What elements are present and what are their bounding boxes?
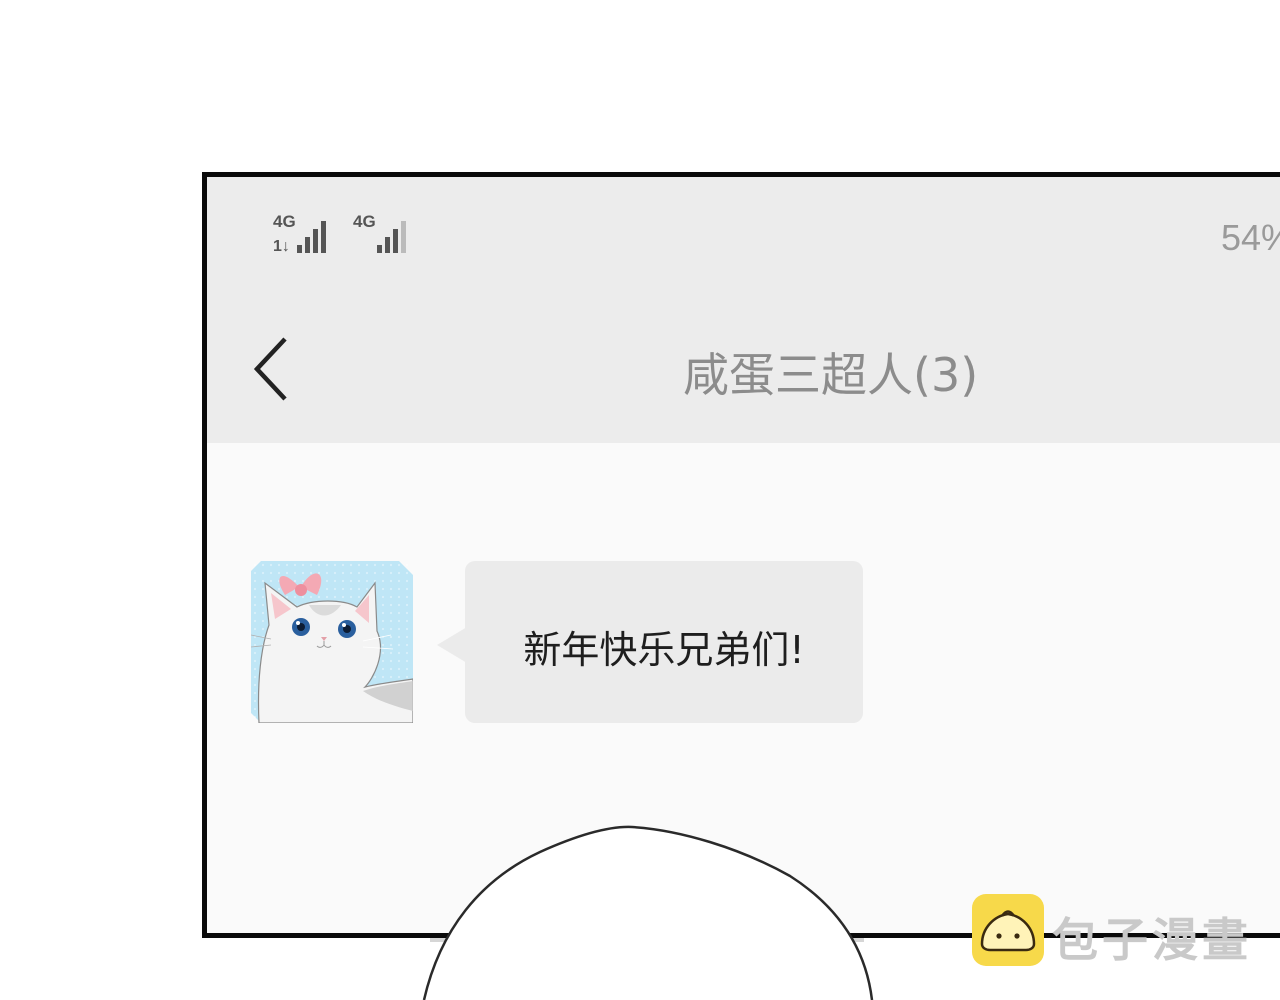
- steamed-bun-icon: [972, 894, 1044, 966]
- watermark-text: 包子漫畫: [1052, 913, 1252, 967]
- watermark: 包子漫畫: [972, 894, 1272, 968]
- character-head-outline: [422, 825, 874, 1000]
